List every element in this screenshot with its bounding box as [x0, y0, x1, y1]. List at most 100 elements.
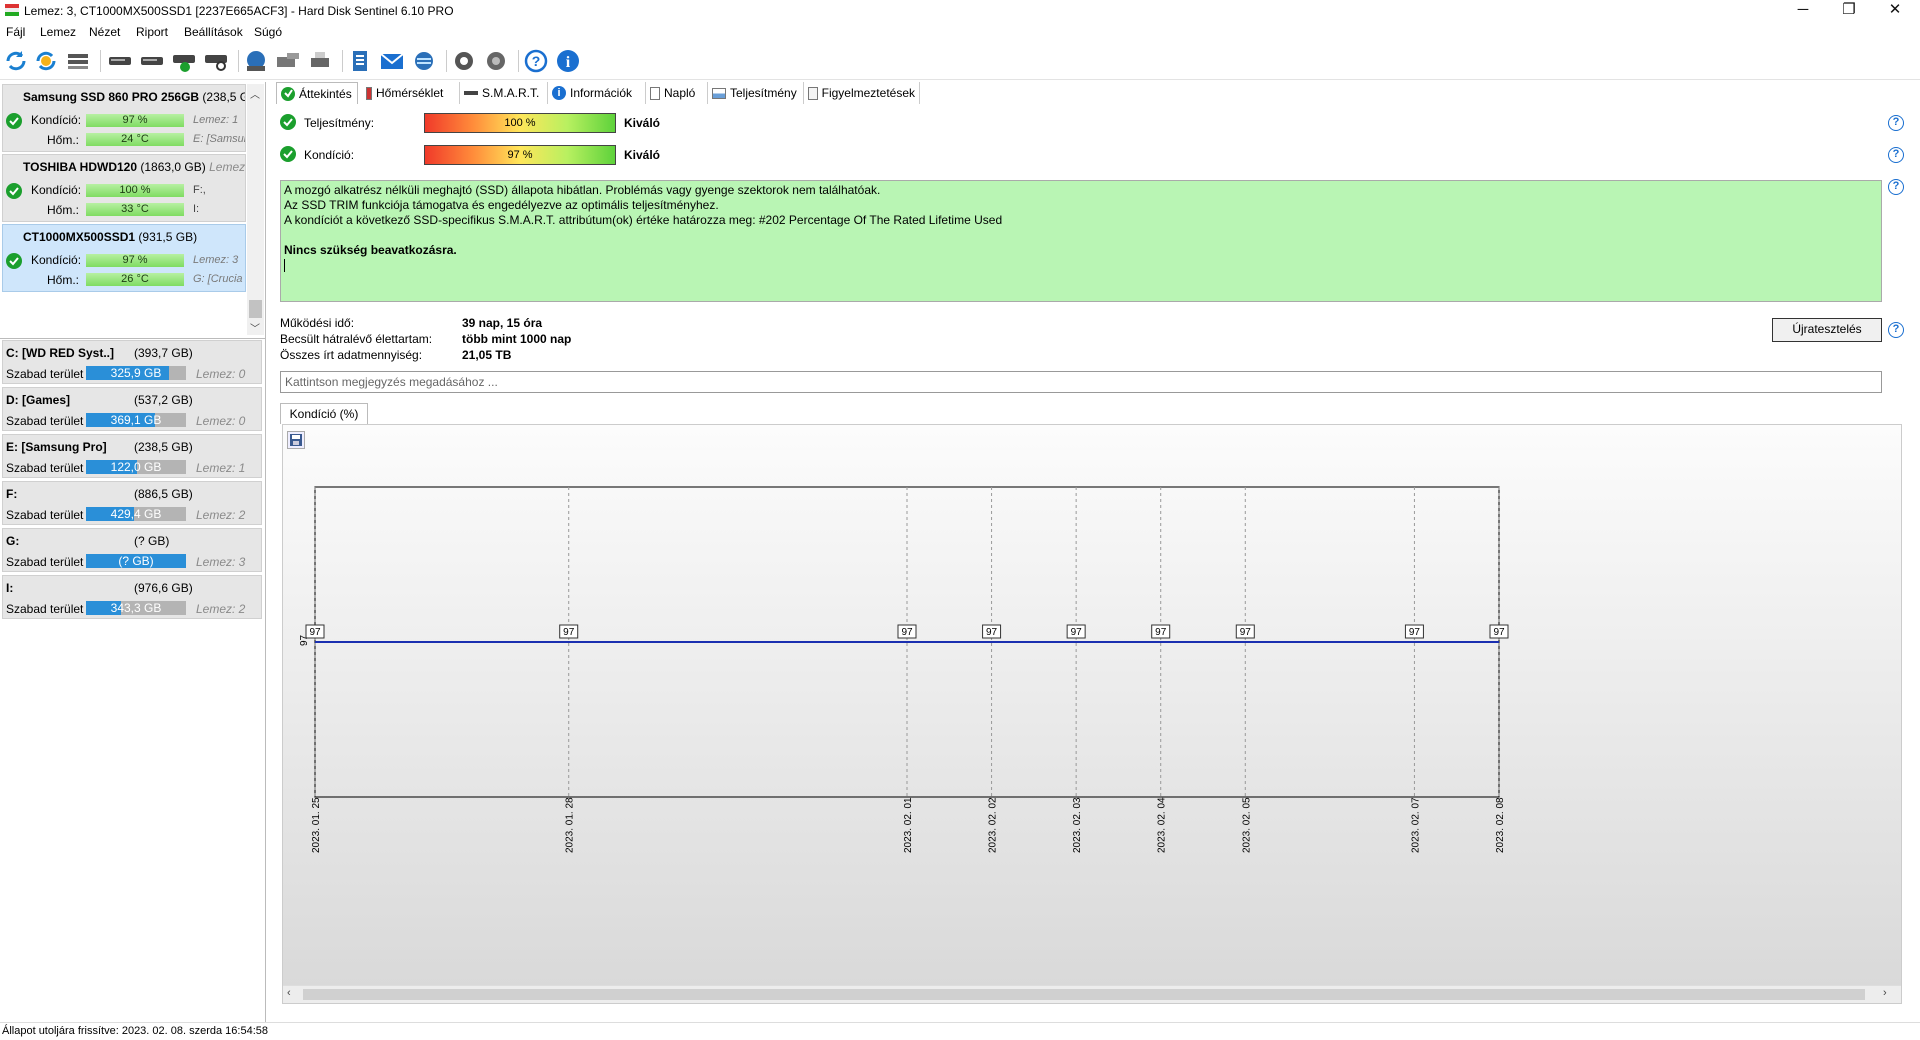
tab-alerts[interactable]: Figyelmeztetések: [804, 82, 920, 104]
tab-information[interactable]: i Információk: [548, 82, 646, 104]
disk-list-icon[interactable]: [64, 47, 92, 75]
note-input[interactable]: Kattintson megjegyzés megadásához ...: [280, 371, 1882, 393]
toolbar-separator: [446, 50, 447, 72]
volume-card[interactable]: E: [Samsung Pro] (238,5 GB) Szabad terül…: [2, 434, 262, 478]
check-icon: [6, 113, 22, 129]
disk-card[interactable]: Samsung SSD 860 PRO 256GB (238,5 GB) Kon…: [2, 84, 246, 152]
free-space-label: Szabad terület: [6, 461, 84, 475]
performance-rating: Kiváló: [624, 116, 661, 130]
menu-file[interactable]: Fájl: [6, 25, 25, 39]
volume-disk-index: Lemez: 2: [196, 602, 246, 616]
online-report-icon[interactable]: [410, 47, 438, 75]
alerts-gear-icon[interactable]: [482, 47, 510, 75]
temp-bar: 33 °C: [86, 203, 184, 216]
health-bar: 97 %: [86, 114, 184, 127]
check-icon: [280, 146, 296, 162]
help-icon[interactable]: ?: [1888, 147, 1904, 163]
free-space-value: 369,1 GB: [110, 413, 162, 427]
volume-disk-index: Lemez: 3: [196, 555, 246, 569]
volume-name: C: [WD RED Syst..]: [6, 346, 114, 360]
disk-list-scrollbar[interactable]: ︿ ﹀: [247, 84, 264, 335]
tab-temperature[interactable]: Hőmérséklet: [362, 82, 460, 104]
volume-card[interactable]: I: (976,6 GB) Szabad terület 343,3 GB Le…: [2, 575, 262, 619]
tab-performance[interactable]: Teljesítmény: [708, 82, 804, 104]
temp-label: Hőm.:: [47, 273, 80, 287]
scroll-left-icon[interactable]: ‹: [287, 987, 291, 999]
minimize-button[interactable]: ─: [1780, 0, 1826, 22]
hdd-search-icon[interactable]: [202, 47, 230, 75]
retest-button[interactable]: Újratesztelés: [1772, 318, 1882, 342]
hdd-icon[interactable]: [106, 47, 134, 75]
document-icon: [808, 86, 818, 100]
printer-icon[interactable]: [306, 47, 334, 75]
menu-help[interactable]: Súgó: [254, 25, 282, 39]
scroll-thumb[interactable]: [249, 300, 262, 318]
tab-overview[interactable]: Áttekintés: [276, 82, 358, 104]
volume-card[interactable]: G: (? GB) Szabad terület (? GB) Lemez: 3: [2, 528, 262, 572]
hdd-test-icon[interactable]: [138, 47, 166, 75]
health-label: Kondíció:: [304, 148, 355, 162]
x-tick-label: 2023. 02. 01: [903, 797, 914, 853]
y-tick-label: 97: [299, 634, 310, 646]
free-space-value: 343,3 GB: [110, 601, 162, 615]
svg-text:i: i: [566, 54, 571, 71]
data-label: 97: [309, 627, 321, 638]
disk-card-selected[interactable]: CT1000MX500SSD1 (931,5 GB) Kondíció: 97 …: [2, 224, 246, 292]
help-icon[interactable]: ?: [1888, 115, 1904, 131]
health-label: Kondíció:: [31, 183, 82, 197]
tab-log[interactable]: Napló: [646, 82, 708, 104]
menu-settings[interactable]: Beállítások: [184, 25, 243, 39]
chart-scrollbar[interactable]: ‹ ›: [283, 985, 1901, 1003]
x-tick-label: 2023. 01. 25: [311, 797, 322, 853]
network-icon[interactable]: [274, 47, 302, 75]
volume-card[interactable]: C: [WD RED Syst..] (393,7 GB) Szabad ter…: [2, 340, 262, 384]
disk-name-text: CT1000MX500SSD1: [23, 230, 136, 244]
help-icon[interactable]: ?: [522, 47, 550, 75]
check-icon: [281, 86, 295, 101]
data-label: 97: [1409, 627, 1421, 638]
tab-label: Hőmérséklet: [376, 86, 444, 100]
menu-view[interactable]: Nézet: [89, 25, 120, 39]
close-button[interactable]: ✕: [1872, 0, 1918, 22]
info-icon[interactable]: i: [554, 47, 582, 75]
maximize-button[interactable]: ❐: [1826, 0, 1872, 22]
status-message[interactable]: A mozgó alkatrész nélküli meghajtó (SSD)…: [280, 180, 1882, 302]
disk-volumes: I:: [193, 203, 200, 215]
menu-report[interactable]: Riport: [136, 25, 168, 39]
volume-capacity: (537,2 GB): [134, 393, 193, 407]
volume-disk-index: Lemez: 1: [196, 461, 246, 475]
help-icon[interactable]: ?: [1888, 322, 1904, 338]
remaining-life-label: Becsült hátralévő élettartam:: [280, 332, 433, 346]
disk-card[interactable]: TOSHIBA HDWD120 (1863,0 GB) Lemez: Kondí…: [2, 154, 246, 222]
check-icon: [280, 114, 296, 130]
check-icon: [6, 253, 22, 269]
x-tick-label: 2023. 01. 28: [565, 797, 576, 853]
tab-smart[interactable]: S.M.A.R.T.: [460, 82, 548, 104]
globe-icon[interactable]: [242, 47, 270, 75]
volume-card[interactable]: D: [Games] (537,2 GB) Szabad terület 369…: [2, 387, 262, 431]
health-bar: 97 %: [424, 145, 616, 165]
temp-bar: 26 °C: [86, 273, 184, 286]
gear-icon[interactable]: [450, 47, 478, 75]
scroll-up-icon[interactable]: ︿: [250, 86, 260, 101]
help-icon[interactable]: ?: [1888, 179, 1904, 195]
report-icon[interactable]: [346, 47, 374, 75]
tab-label: Teljesítmény: [730, 86, 797, 100]
disk-volumes: F:,: [193, 184, 206, 196]
health-label: Kondíció:: [31, 253, 82, 267]
volume-card[interactable]: F: (886,5 GB) Szabad terület 429,4 GB Le…: [2, 481, 262, 525]
email-icon[interactable]: [378, 47, 406, 75]
refresh-all-icon[interactable]: [32, 47, 60, 75]
menu-disk[interactable]: Lemez: [40, 25, 76, 39]
refresh-icon[interactable]: [2, 47, 30, 75]
free-space-label: Szabad terület: [6, 602, 84, 616]
health-bar: 100 %: [86, 184, 184, 197]
volume-capacity: (976,6 GB): [134, 581, 193, 595]
chart-tab-health[interactable]: Kondíció (%): [280, 403, 368, 424]
free-space-bar: 325,9 GB: [86, 366, 186, 380]
hdd-ok-icon[interactable]: [170, 47, 198, 75]
scroll-right-icon[interactable]: ›: [1883, 987, 1887, 999]
hdd-icon: [464, 91, 478, 95]
scroll-down-icon[interactable]: ﹀: [250, 320, 260, 335]
scroll-thumb[interactable]: [303, 989, 1865, 1000]
